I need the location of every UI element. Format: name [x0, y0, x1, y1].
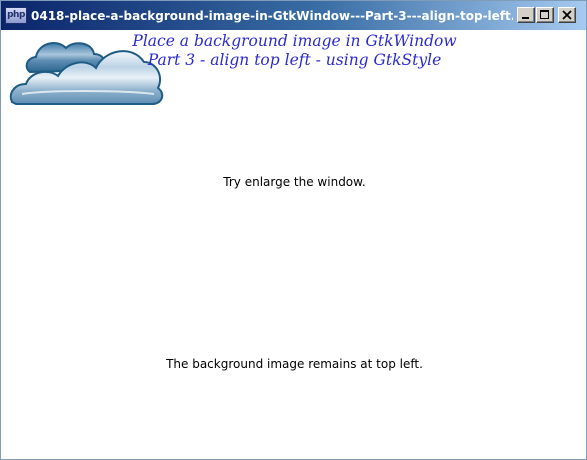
window-content: Place a background image in GtkWindow Pa… — [2, 30, 585, 459]
remains-top-left-label: The background image remains at top left… — [166, 357, 423, 371]
title-bar[interactable]: php 0418-place-a-background-image-in-Gtk… — [1, 1, 586, 30]
window-title: 0418-place-a-background-image-in-GtkWind… — [31, 9, 513, 23]
maximize-button[interactable] — [536, 7, 554, 23]
close-button[interactable] — [558, 7, 576, 23]
app-window: php 0418-place-a-background-image-in-Gtk… — [0, 0, 587, 460]
heading-line-1: Place a background image in GtkWindow — [132, 32, 457, 50]
close-icon — [562, 10, 572, 20]
maximize-icon — [540, 10, 549, 19]
minimize-icon — [522, 17, 529, 19]
heading-line-2: Part 3 - align top left - using GtkStyle — [147, 51, 442, 69]
php-app-icon[interactable]: php — [5, 7, 27, 24]
enlarge-hint-label: Try enlarge the window. — [223, 175, 366, 189]
minimize-button[interactable] — [517, 7, 535, 23]
heading: Place a background image in GtkWindow Pa… — [102, 32, 487, 70]
